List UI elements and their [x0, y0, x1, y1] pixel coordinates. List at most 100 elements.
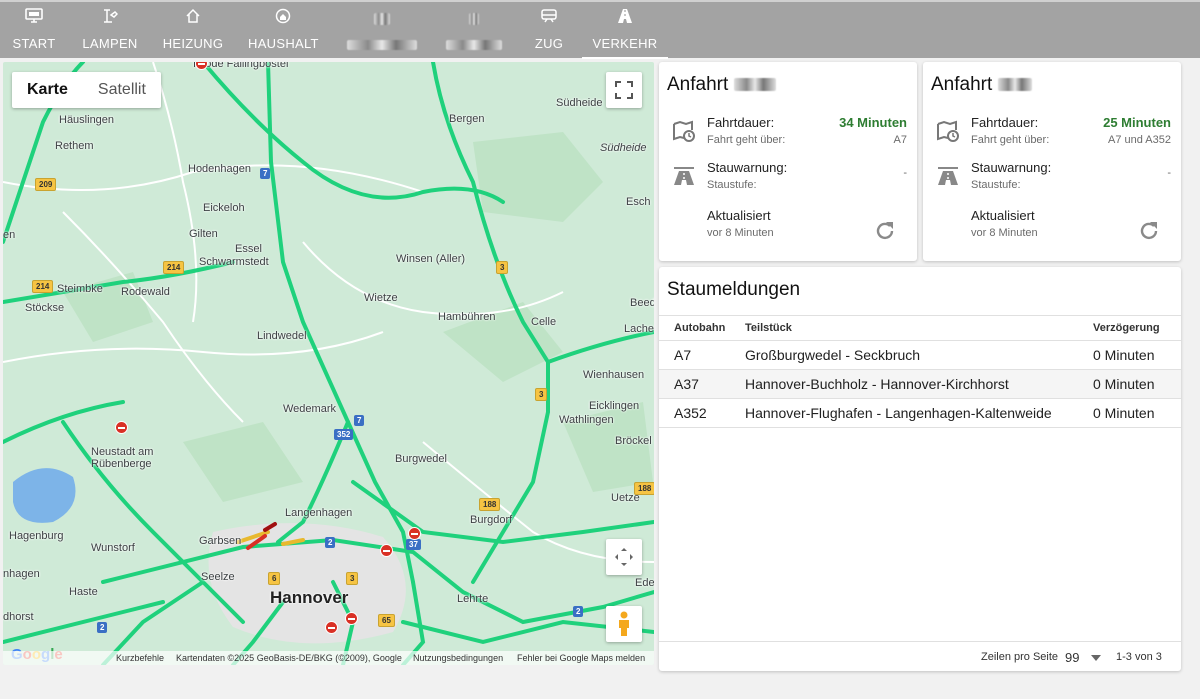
house-outline-icon — [162, 8, 224, 30]
route-value: A7 und A352 — [1107, 134, 1171, 146]
shield-b3: 3 — [496, 261, 509, 274]
map-label-schwarmstedt: Schwarmstedt — [199, 256, 269, 268]
tab-redacted-2[interactable] — [444, 4, 504, 58]
terms-link[interactable]: Nutzungsbedingungen — [413, 653, 503, 663]
map-label-neustadt: Neustadt am — [91, 446, 154, 458]
rows-per-page-select[interactable]: 99 — [1065, 650, 1079, 665]
map-label-brockel: Bröckel — [615, 435, 652, 447]
map-label-celle: Celle — [531, 316, 557, 328]
jam-value: - — [903, 167, 907, 179]
road-closure-icon[interactable] — [408, 527, 421, 540]
map-label-lindwedel: Lindwedel — [257, 330, 307, 342]
cell-road: A7 — [674, 347, 692, 363]
tab-haushalt-label: HAUSHALT — [248, 36, 319, 51]
map-label-wedemark: Wedemark — [283, 403, 336, 415]
tab-lampen[interactable]: LAMPEN — [82, 4, 138, 58]
cell-delay: 0 Minuten — [1093, 347, 1155, 363]
table-row[interactable]: A352 Hannover-Flughafen - Langenhagen-Ka… — [659, 399, 1181, 428]
report-error-link[interactable]: Fehler bei Google Maps melden — [517, 653, 645, 663]
tab-start[interactable]: START — [8, 4, 60, 58]
traffic-jams-table: Autobahn Teilstück Verzögerung A7 Großbu… — [659, 315, 1181, 428]
tab-lampen-label: LAMPEN — [82, 36, 138, 51]
rows-per-page-label: Zeilen pro Seite — [981, 651, 1059, 663]
cell-delay: 0 Minuten — [1093, 376, 1155, 392]
map-label-husl: Häuslingen — [59, 114, 115, 126]
tab-heizung[interactable]: HEIZUNG — [162, 4, 224, 58]
jam-row: Stauwarnung: Staustufe: - — [659, 157, 917, 197]
traffic-map[interactable]: Karte Satellit Isrode Fallingbostel Häus… — [3, 62, 654, 665]
map-attribution: Kartendaten ©2025 GeoBasis-DE/BKG (©2009… — [176, 653, 402, 663]
shield-b214: 214 — [163, 261, 185, 274]
blurred-icon — [444, 8, 504, 30]
header-segment[interactable]: Teilstück — [745, 322, 792, 334]
tab-redacted-2-label — [444, 36, 504, 51]
duration-row: Fahrtdauer: Fahrt geht über: 25 Minuten … — [923, 112, 1181, 152]
road-icon — [582, 8, 668, 30]
map-label-hagenburg: Hagenburg — [9, 530, 64, 542]
map-label-horst: dhorst — [3, 611, 34, 623]
road-closure-icon[interactable] — [345, 612, 358, 625]
refresh-icon[interactable] — [1137, 219, 1161, 243]
camera-control-button[interactable] — [606, 539, 642, 575]
tab-haushalt[interactable]: HAUSHALT — [248, 4, 318, 58]
refresh-icon[interactable] — [873, 219, 897, 243]
highway-icon — [674, 167, 694, 185]
fullscreen-icon — [615, 81, 633, 99]
map-footer: Kurzbefehle Kartendaten ©2025 GeoBasis-D… — [3, 651, 654, 665]
map-label-rubenberge: Rübenberge — [91, 458, 152, 470]
map-label-wunstorf: Wunstorf — [91, 542, 135, 554]
table-pagination: Zeilen pro Seite 99 1-3 von 3 — [659, 641, 1181, 671]
highway-icon — [938, 167, 958, 185]
shield-a7: 7 — [354, 415, 365, 426]
tab-redacted-1-label — [344, 36, 420, 51]
jam-value: - — [1167, 167, 1171, 179]
route-label: Fahrt geht über: — [971, 134, 1050, 146]
tab-verkehr-label: VERKEHR — [592, 36, 658, 51]
shield-a7: 7 — [260, 168, 271, 179]
shield-a352: 352 — [334, 429, 354, 440]
move-arrows-icon — [615, 548, 633, 566]
map-label-winsen: Winsen (Aller) — [396, 253, 466, 265]
map-label-wathlingen: Wathlingen — [559, 414, 614, 426]
cell-segment: Hannover-Buchholz - Hannover-Kirchhorst — [745, 376, 1009, 392]
road-closure-icon[interactable] — [115, 421, 128, 434]
tab-zug[interactable]: ZUG — [532, 4, 566, 58]
table-row[interactable]: A37 Hannover-Buchholz - Hannover-Kirchho… — [659, 370, 1181, 399]
map-type-karte[interactable]: Karte — [12, 72, 83, 108]
shield-a2: 2 — [573, 606, 584, 617]
map-label-eickeloh: Eickeloh — [203, 202, 245, 214]
map-label-burgdorf: Burgdorf — [470, 514, 513, 526]
jam-label: Stauwarnung: — [707, 160, 788, 175]
shield-b3: 3 — [535, 388, 548, 401]
road-closure-icon[interactable] — [325, 621, 338, 634]
updated-label: Aktualisiert — [707, 208, 771, 223]
cell-delay: 0 Minuten — [1093, 405, 1155, 421]
tab-start-label: START — [12, 36, 56, 51]
updated-value: vor 8 Minuten — [971, 227, 1038, 239]
keyboard-shortcuts-link[interactable]: Kurzbefehle — [116, 653, 164, 663]
monitor-icon — [8, 8, 60, 30]
street-view-pegman[interactable] — [606, 606, 642, 642]
map-label-sudheide2: Südheide — [600, 142, 647, 154]
cell-road: A37 — [674, 376, 699, 392]
header-road[interactable]: Autobahn — [674, 322, 725, 334]
map-label-wienhausen: Wienhausen — [583, 369, 645, 381]
train-icon — [532, 8, 566, 30]
map-label-rodewald: Rodewald — [121, 286, 170, 298]
jam-level-label: Staustufe: — [971, 179, 1021, 191]
map-label-garbsen: Garbsen — [199, 535, 242, 547]
map-label-stockse: Stöckse — [25, 302, 65, 314]
chevron-down-icon[interactable] — [1091, 655, 1101, 661]
tab-verkehr[interactable]: VERKEHR — [582, 4, 668, 59]
tab-redacted-1[interactable] — [344, 4, 420, 58]
header-delay[interactable]: Verzögerung — [1093, 322, 1160, 334]
fullscreen-button[interactable] — [606, 72, 642, 108]
shield-b188: 188 — [634, 482, 654, 495]
duration-label: Fahrtdauer: — [707, 115, 775, 130]
road-closure-icon[interactable] — [380, 544, 393, 557]
map-label-steimbke: Steimbke — [57, 283, 103, 295]
shield-a2: 2 — [97, 622, 108, 633]
map-type-satellit[interactable]: Satellit — [83, 72, 161, 108]
cell-segment: Hannover-Flughafen - Langenhagen-Kaltenw… — [745, 405, 1052, 421]
table-row[interactable]: A7 Großburgwedel - Seckbruch 0 Minuten — [659, 341, 1181, 370]
